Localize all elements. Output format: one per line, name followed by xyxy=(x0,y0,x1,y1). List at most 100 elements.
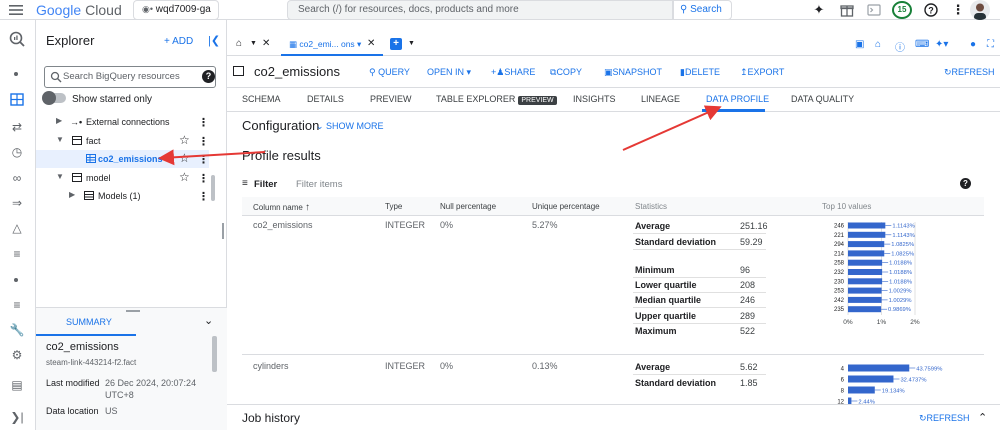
copy-button[interactable]: ⧉COPY xyxy=(550,67,582,78)
open-in-button[interactable]: OPEN IN ▾ xyxy=(427,67,471,78)
chevron-down-icon[interactable]: ▼ xyxy=(56,135,64,144)
bigquery-search-input[interactable]: Search BigQuery resources ? xyxy=(44,66,216,88)
gift-icon[interactable] xyxy=(839,2,855,18)
more-icon[interactable]: ⋮ xyxy=(198,172,209,185)
share-icon[interactable]: ∞ xyxy=(8,170,26,186)
more-icon[interactable]: ⋮ xyxy=(198,116,209,129)
collapse-explorer-icon[interactable]: |❮ xyxy=(208,34,220,47)
google-cloud-logo[interactable]: Google Cloud xyxy=(36,2,122,18)
list-icon[interactable]: ≡ xyxy=(8,246,26,262)
configuration-title: Configuration xyxy=(242,118,320,133)
tab-schema[interactable]: SCHEMA xyxy=(242,94,281,104)
chevron-down-icon[interactable]: ▼ xyxy=(408,40,415,47)
info-icon[interactable]: ⓘ xyxy=(895,39,905,54)
filter-input[interactable]: Filter items xyxy=(296,179,342,190)
chevron-down-icon[interactable]: ⌄ xyxy=(204,314,213,327)
resize-handle[interactable] xyxy=(222,223,224,239)
show-more-button[interactable]: ⌄ SHOW MORE xyxy=(316,121,384,132)
tree-item-fact[interactable]: ▼ fact ☆ ⋮ xyxy=(36,132,216,150)
profile-results-title: Profile results xyxy=(242,148,321,163)
tree-item-model[interactable]: ▼ model ☆ ⋮ xyxy=(36,169,216,187)
bigquery-logo-icon[interactable] xyxy=(8,31,26,47)
snapshot-button[interactable]: ▣SNAPSHOT xyxy=(604,67,662,78)
svg-text:?: ? xyxy=(928,5,934,15)
tab-table-explorer[interactable]: TABLE EXPLORER PREVIEW xyxy=(436,94,557,105)
chevron-right-icon[interactable]: ▶ xyxy=(69,190,75,199)
query-button[interactable]: ⚲ QUERY xyxy=(369,67,410,78)
compare-icon[interactable]: ▣ xyxy=(855,39,864,50)
tab-preview[interactable]: PREVIEW xyxy=(370,94,412,104)
more-icon[interactable]: ⋮ xyxy=(198,135,209,148)
gemini-icon[interactable]: ✦ xyxy=(811,2,827,18)
tab-lineage[interactable]: LINEAGE xyxy=(641,94,680,104)
chevron-down-icon[interactable]: ▼ xyxy=(250,40,257,47)
tab-details[interactable]: DETAILS xyxy=(307,94,344,104)
collapse-rail-icon[interactable]: ❯| xyxy=(8,409,26,425)
tree-item-models[interactable]: ▶ Models (1) ⋮ xyxy=(36,187,216,205)
magic-icon[interactable]: ✦▾ xyxy=(935,39,948,50)
data-label: 1.1143% xyxy=(892,224,914,230)
refresh-button[interactable]: ↻REFRESH xyxy=(919,413,970,424)
search-button[interactable]: ⚲ Search xyxy=(673,0,732,20)
more-icon[interactable]: ⋮ xyxy=(950,2,966,18)
fullscreen-icon[interactable]: ⛶ xyxy=(987,39,994,50)
avatar[interactable] xyxy=(970,0,990,20)
close-icon[interactable]: ✕ xyxy=(262,38,270,49)
refresh-button[interactable]: ↻REFRESH xyxy=(944,67,995,78)
filter-bar[interactable]: ≡ Filter Filter items ? xyxy=(242,174,984,194)
add-button[interactable]: + ADD xyxy=(164,36,193,47)
chevron-up-icon[interactable]: ⌃ xyxy=(978,411,987,424)
chevron-down-icon[interactable]: ▼ xyxy=(56,172,64,181)
pipeline-icon[interactable]: ⇒ xyxy=(8,195,26,211)
tab-insights[interactable]: INSIGHTS xyxy=(573,94,616,104)
workflow-icon[interactable]: △ xyxy=(8,220,26,236)
starred-toggle[interactable] xyxy=(42,91,66,105)
close-icon[interactable]: ✕ xyxy=(367,38,375,49)
terminal-icon[interactable] xyxy=(866,2,882,18)
settings-icon[interactable]: ⚙ xyxy=(8,347,26,363)
help-icon[interactable]: ? xyxy=(960,178,971,189)
delete-button[interactable]: ▮DELETE xyxy=(680,67,720,78)
category-label: 6 xyxy=(841,378,845,384)
dot-icon xyxy=(14,72,18,76)
wrench-icon[interactable]: 🔧 xyxy=(8,322,26,338)
help-icon[interactable]: ? xyxy=(923,2,939,18)
list-icon[interactable]: ≡ xyxy=(8,297,26,313)
chevron-right-icon[interactable]: ▶ xyxy=(56,116,62,125)
transfer-icon[interactable]: ⇄ xyxy=(8,119,26,135)
notifications-badge[interactable]: 15 xyxy=(892,1,912,19)
stat-label: Lower quartile xyxy=(635,280,697,290)
tab-data-profile[interactable]: DATA PROFILE xyxy=(706,94,769,104)
column-header: Type xyxy=(385,202,403,211)
tree-item-co2-emissions[interactable]: co2_emissions ☆ ⋮ xyxy=(36,150,209,168)
more-icon[interactable]: ⋮ xyxy=(198,153,209,166)
star-icon[interactable]: ☆ xyxy=(179,151,190,165)
tab-co2-emissions[interactable]: ▦ co2_emi... ons ▾ ✕ xyxy=(281,34,383,56)
home-icon[interactable]: ⌂ xyxy=(875,39,881,50)
star-icon[interactable]: ☆ xyxy=(179,170,190,184)
help-icon[interactable]: ? xyxy=(202,70,215,83)
project-picker[interactable]: ◉• wqd7009-ga xyxy=(133,0,219,20)
tree-item-external-connections[interactable]: ▶ →• External connections ⋮ xyxy=(36,113,216,131)
idea-icon[interactable]: ● xyxy=(970,39,976,50)
scrollbar[interactable] xyxy=(212,336,217,372)
drag-handle[interactable] xyxy=(126,310,140,312)
menu-icon[interactable] xyxy=(8,3,24,17)
keyboard-icon[interactable]: ⌨ xyxy=(915,39,929,50)
add-tab-button[interactable]: + xyxy=(390,38,402,50)
scrollbar[interactable] xyxy=(211,175,215,201)
notes-icon[interactable]: ▤ xyxy=(8,377,26,393)
star-icon[interactable]: ☆ xyxy=(179,133,190,147)
home-icon[interactable]: ⌂ xyxy=(236,38,242,49)
job-history-panel: Job history ↻REFRESH ⌃ xyxy=(227,404,1000,430)
dashboard-icon[interactable] xyxy=(8,92,26,108)
tab-summary[interactable]: SUMMARY xyxy=(36,308,136,336)
column-header[interactable]: Column name ↑ xyxy=(253,202,310,213)
more-icon[interactable]: ⋮ xyxy=(198,190,209,203)
column-name-cell: co2_emissions xyxy=(253,220,313,230)
share-button[interactable]: +♟SHARE xyxy=(491,67,535,78)
export-button[interactable]: ↥EXPORT xyxy=(740,67,784,78)
tab-data-quality[interactable]: DATA QUALITY xyxy=(791,94,854,104)
history-icon[interactable]: ◷ xyxy=(8,144,26,160)
search-input[interactable]: Search (/) for resources, docs, products… xyxy=(287,0,673,20)
